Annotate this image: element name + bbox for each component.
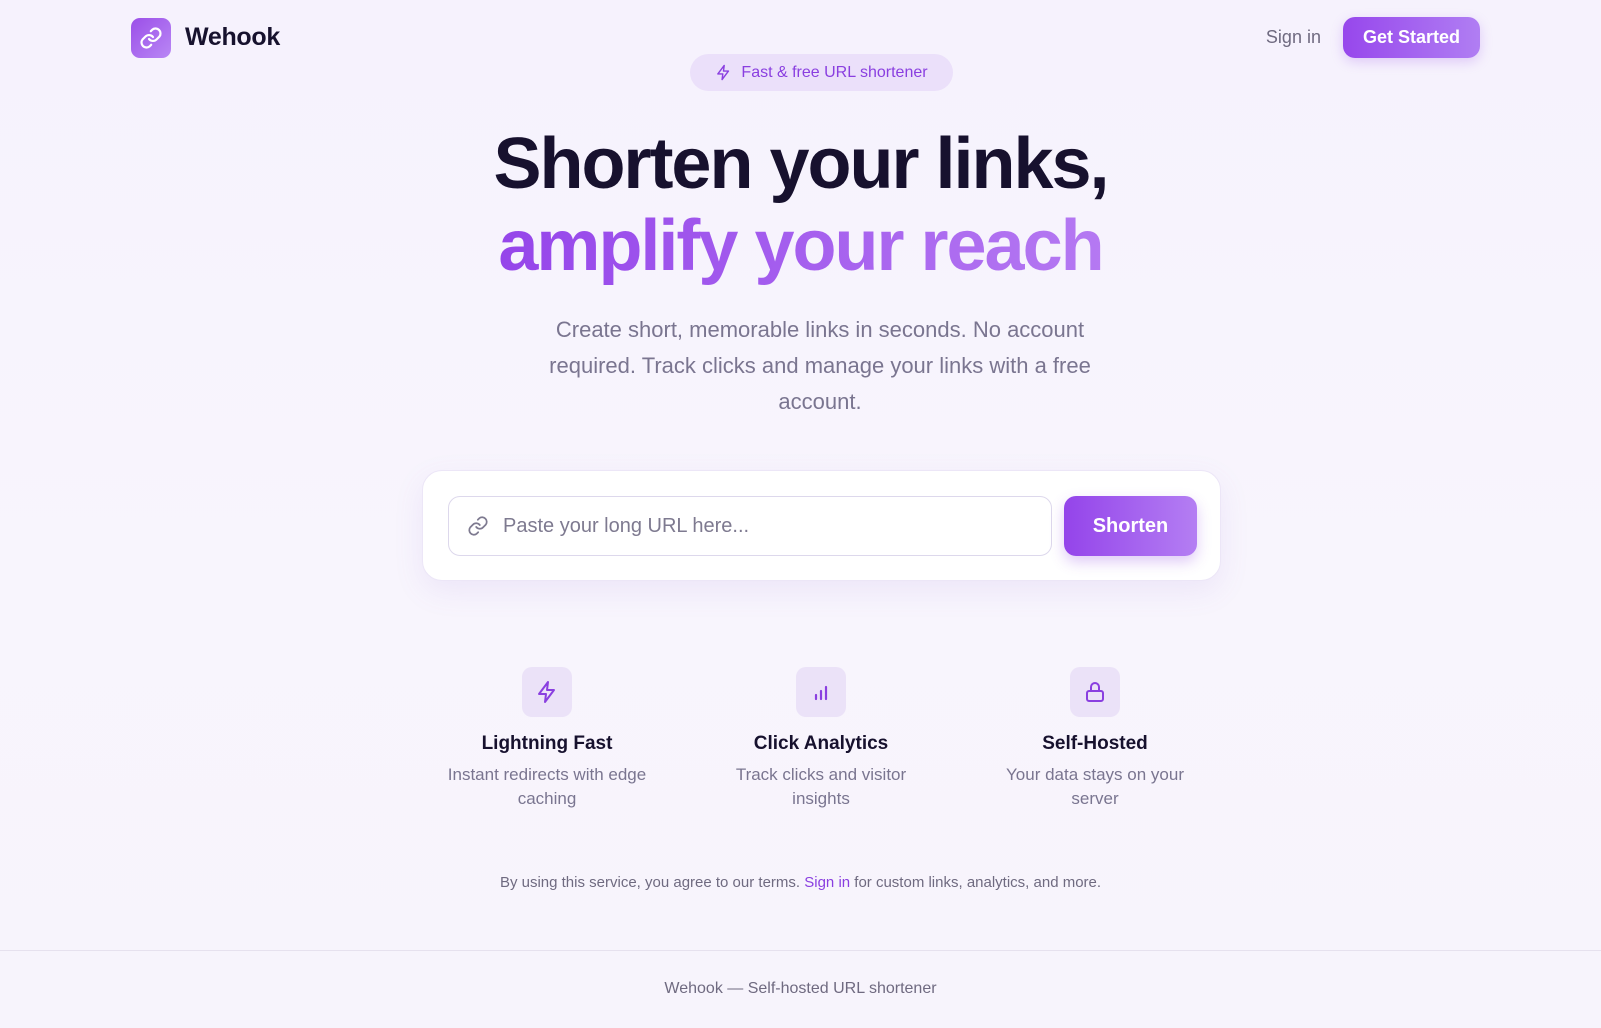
header: Wehook Sign in Get Started — [131, 17, 1480, 58]
feature-click-analytics: Click Analytics Track clicks and visitor… — [696, 667, 946, 811]
link-icon — [468, 516, 488, 536]
feature-description: Track clicks and visitor insights — [735, 765, 907, 808]
shorten-card: Shorten — [422, 470, 1221, 581]
feature-badge: Fast & free URL shortener — [690, 54, 953, 91]
feature-title: Click Analytics — [753, 733, 889, 754]
lightning-icon — [717, 64, 730, 81]
terms-text-after: for custom links, analytics, and more. — [850, 874, 1102, 891]
page: Wehook Sign in Get Started Fast & free U… — [0, 0, 1601, 1028]
feature-self-hosted: Self-Hosted Your data stays on your serv… — [970, 667, 1220, 811]
url-input[interactable] — [503, 514, 1023, 538]
sign-in-link[interactable]: Sign in — [1266, 27, 1321, 48]
feature-title: Self-Hosted — [1042, 733, 1148, 754]
bar-chart-icon — [814, 685, 828, 701]
feature-description: Instant redirects with edge caching — [447, 765, 647, 808]
badge-label: Fast & free URL shortener — [741, 63, 928, 81]
terms-text-before: By using this service, you agree to our … — [499, 874, 805, 891]
get-started-button[interactable]: Get Started — [1342, 17, 1480, 58]
hero-subtitle: Create short, memorable links in seconds… — [549, 317, 1091, 414]
nav: Sign in Get Started — [1266, 17, 1480, 58]
feature-lightning-fast: Lightning Fast Instant redirects with ed… — [422, 667, 672, 811]
link-icon — [140, 26, 162, 49]
feature-icon-box — [796, 667, 846, 717]
terms-notice: By using this service, you agree to our … — [0, 874, 1601, 891]
hero-title-line2: amplify your reach — [0, 204, 1601, 288]
url-input-wrapper[interactable] — [448, 496, 1052, 556]
footer: Wehook — Self-hosted URL shortener — [664, 980, 937, 997]
lightning-icon — [538, 681, 555, 703]
brand[interactable]: Wehook — [131, 17, 280, 58]
shorten-button[interactable]: Shorten — [1064, 496, 1197, 556]
feature-icon-box — [522, 667, 572, 717]
lock-icon — [1086, 682, 1104, 702]
logo — [131, 17, 171, 58]
footer-divider — [0, 950, 1601, 951]
hero-title-line1: Shorten your links, — [493, 124, 1109, 204]
feature-title: Lightning Fast — [481, 733, 613, 754]
hero-title-highlight: amplify your reach — [498, 206, 1104, 286]
terms-sign-in-link[interactable]: Sign in — [804, 874, 850, 891]
feature-icon-box — [1070, 667, 1120, 717]
feature-description: Your data stays on your server — [1006, 765, 1184, 808]
brand-name: Wehook — [185, 23, 280, 51]
